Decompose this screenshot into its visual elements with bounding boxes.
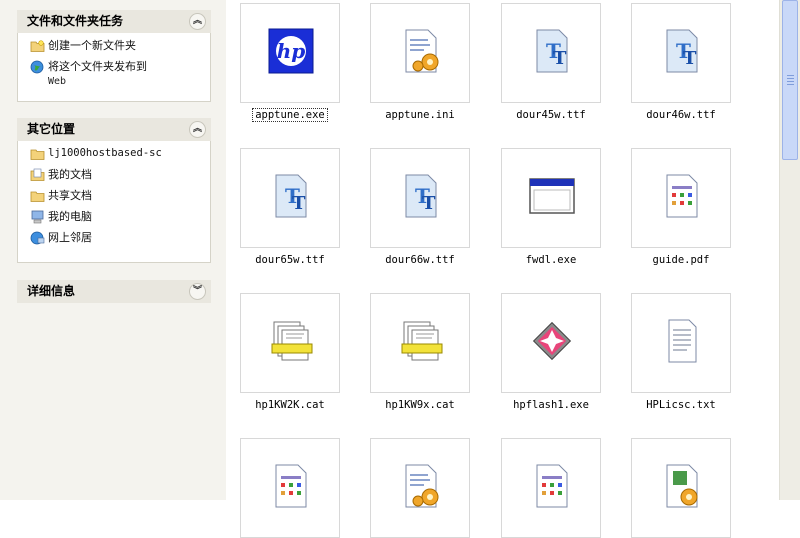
truetype-font-icon: TT bbox=[536, 29, 568, 73]
scrollbar-thumb[interactable] bbox=[782, 0, 798, 160]
folder-icon bbox=[30, 149, 45, 160]
file-name-label[interactable]: dour46w.ttf bbox=[616, 109, 746, 121]
file-tile[interactable]: TT bbox=[501, 3, 601, 103]
place-shared-documents-label: 共享文档 bbox=[48, 189, 92, 202]
text-file-icon bbox=[668, 319, 697, 363]
task-new-folder-label: 创建一个新文件夹 bbox=[48, 39, 136, 52]
details-title: 详细信息 bbox=[27, 284, 76, 298]
flash-app-icon bbox=[532, 321, 572, 361]
place-my-documents-label: 我的文档 bbox=[48, 168, 92, 181]
file-name-label[interactable]: HPLicsc.txt bbox=[616, 399, 746, 411]
file-name-text: dour65w.ttf bbox=[255, 254, 325, 266]
file-tile[interactable] bbox=[501, 293, 601, 393]
file-name-label[interactable]: hp1KW9x.cat bbox=[355, 399, 485, 411]
file-name-text: hp1KW2K.cat bbox=[255, 399, 325, 411]
svg-text:T: T bbox=[683, 48, 697, 69]
truetype-font-icon: TT bbox=[275, 174, 307, 218]
file-tile[interactable] bbox=[631, 438, 731, 538]
file-name-label[interactable]: fwdl.exe bbox=[486, 254, 616, 266]
shared-folder-icon bbox=[30, 191, 45, 202]
file-name-text: dour45w.ttf bbox=[516, 109, 586, 121]
setup-file-icon bbox=[666, 464, 698, 508]
file-name-label[interactable]: hpflash1.exe bbox=[486, 399, 616, 411]
file-name-label[interactable]: guide.pdf bbox=[616, 254, 746, 266]
file-tile[interactable]: TT bbox=[631, 3, 731, 103]
task-new-folder[interactable]: 创建一个新文件夹 bbox=[30, 38, 210, 59]
file-name-text: dour66w.ttf bbox=[385, 254, 455, 266]
security-catalog-icon bbox=[401, 321, 443, 361]
config-file-icon bbox=[405, 464, 439, 508]
application-window-icon bbox=[529, 178, 575, 214]
publish-web-icon bbox=[30, 60, 44, 74]
place-network[interactable]: 网上邻居 bbox=[30, 230, 210, 251]
file-tile[interactable]: TT bbox=[370, 148, 470, 248]
svg-text:T: T bbox=[292, 193, 306, 214]
file-name-text: apptune.exe bbox=[252, 108, 328, 122]
file-tile[interactable]: hp bbox=[240, 3, 340, 103]
place-folder-label: lj1000hostbased-sc bbox=[48, 147, 162, 159]
file-folder-tasks-panel: 文件和文件夹任务 ︽ 创建一个新文件夹 将这个文件夹发布到 Web bbox=[17, 10, 211, 102]
task-publish-web-label: 将这个文件夹发布到 bbox=[48, 60, 147, 73]
task-pane: 文件和文件夹任务 ︽ 创建一个新文件夹 将这个文件夹发布到 Web 其它位置 ︽… bbox=[0, 0, 226, 500]
file-tile[interactable] bbox=[501, 148, 601, 248]
file-name-text: HPLicsc.txt bbox=[646, 399, 716, 411]
svg-text:T: T bbox=[422, 193, 436, 214]
pdf-file-icon bbox=[536, 464, 568, 508]
task-publish-web-label-line2: Web bbox=[48, 76, 67, 87]
other-places-header[interactable]: 其它位置 ︽ bbox=[17, 118, 211, 141]
file-name-text: hp1KW9x.cat bbox=[385, 399, 455, 411]
vertical-scrollbar[interactable] bbox=[779, 0, 800, 500]
collapse-chevron-icon[interactable]: ︽ bbox=[189, 13, 206, 30]
new-folder-icon bbox=[30, 40, 45, 52]
file-tile[interactable] bbox=[370, 438, 470, 538]
file-name-text: fwdl.exe bbox=[525, 254, 577, 266]
pdf-file-icon bbox=[666, 174, 698, 218]
details-header[interactable]: 详细信息 ︾ bbox=[17, 280, 211, 303]
file-tile[interactable] bbox=[240, 293, 340, 393]
file-name-label[interactable]: dour65w.ttf bbox=[225, 254, 355, 266]
file-name-label[interactable]: dour66w.ttf bbox=[355, 254, 485, 266]
other-places-panel: 其它位置 ︽ lj1000hostbased-sc 我的文档 共享文档 我的电脑 bbox=[17, 118, 211, 263]
file-tile[interactable] bbox=[240, 438, 340, 538]
other-places-title: 其它位置 bbox=[27, 122, 76, 136]
file-name-label[interactable]: apptune.exe bbox=[225, 108, 355, 122]
details-panel: 详细信息 ︾ bbox=[17, 280, 211, 303]
task-publish-web[interactable]: 将这个文件夹发布到 Web bbox=[30, 59, 210, 89]
file-tile[interactable] bbox=[501, 438, 601, 538]
file-name-label[interactable]: dour45w.ttf bbox=[486, 109, 616, 121]
file-folder-tasks-title: 文件和文件夹任务 bbox=[27, 14, 124, 28]
file-name-text: dour46w.ttf bbox=[646, 109, 716, 121]
truetype-font-icon: TT bbox=[666, 29, 698, 73]
file-name-label[interactable]: apptune.ini bbox=[355, 109, 485, 121]
place-network-label: 网上邻居 bbox=[48, 231, 92, 244]
place-my-computer[interactable]: 我的电脑 bbox=[30, 209, 210, 230]
file-view: hp apptune.exe apptune.ini T Tdour45w.ttf T Td… bbox=[225, 0, 780, 538]
file-tile[interactable] bbox=[370, 3, 470, 103]
place-my-computer-label: 我的电脑 bbox=[48, 210, 92, 223]
file-name-label[interactable]: hp1KW2K.cat bbox=[225, 399, 355, 411]
file-folder-tasks-header[interactable]: 文件和文件夹任务 ︽ bbox=[17, 10, 211, 33]
file-tile[interactable] bbox=[631, 148, 731, 248]
pdf-file-icon bbox=[275, 464, 307, 508]
config-file-icon bbox=[405, 29, 439, 73]
my-documents-icon bbox=[30, 168, 45, 181]
file-name-text: hpflash1.exe bbox=[513, 399, 589, 411]
place-lj1000hostbased-sc[interactable]: lj1000hostbased-sc bbox=[30, 146, 210, 167]
place-my-documents[interactable]: 我的文档 bbox=[30, 167, 210, 188]
security-catalog-icon bbox=[271, 321, 313, 361]
hp-logo-icon: hp bbox=[268, 28, 314, 74]
my-computer-icon bbox=[31, 210, 44, 224]
file-tile[interactable] bbox=[370, 293, 470, 393]
file-name-text: apptune.ini bbox=[385, 109, 455, 121]
file-tile[interactable]: TT bbox=[240, 148, 340, 248]
collapse-chevron-icon[interactable]: ︽ bbox=[189, 121, 206, 138]
network-places-icon bbox=[30, 231, 45, 245]
file-name-text: guide.pdf bbox=[652, 254, 710, 266]
file-tile[interactable] bbox=[631, 293, 731, 393]
place-shared-documents[interactable]: 共享文档 bbox=[30, 188, 210, 209]
svg-text:T: T bbox=[553, 48, 567, 69]
svg-text:hp: hp bbox=[277, 39, 306, 63]
truetype-font-icon: TT bbox=[405, 174, 437, 218]
expand-chevron-icon[interactable]: ︾ bbox=[189, 283, 206, 300]
